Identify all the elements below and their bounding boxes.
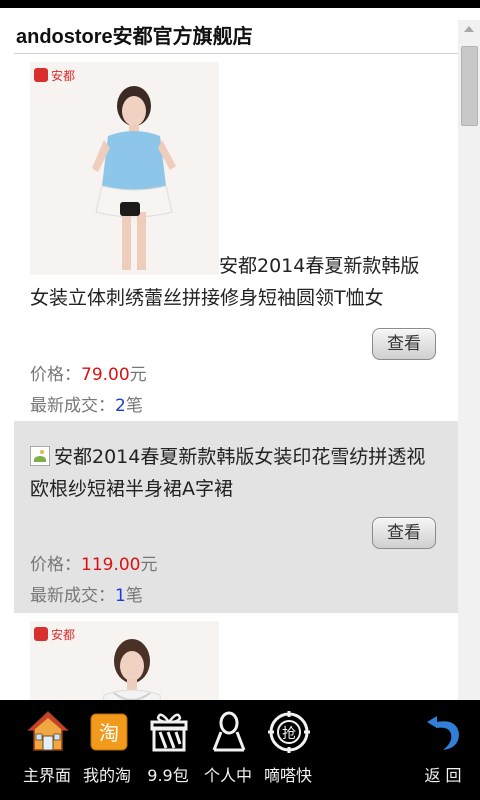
deal-label: 最新成交： [30, 396, 115, 416]
scrollbar[interactable] [458, 20, 480, 700]
product-title-text[interactable]: 安都2014春夏新款韩版女装印花雪纺拼透视欧根纱短裙半身裙A字裙 [30, 446, 425, 500]
nav-label: 返 回 [424, 766, 462, 785]
product-card[interactable]: 安都 [14, 613, 458, 700]
nav-my-tao[interactable]: 淘 我的淘 [78, 704, 136, 788]
price-value: 119.00 [81, 555, 141, 575]
deal-unit: 笔 [125, 586, 143, 606]
view-button[interactable]: 查看 [372, 517, 436, 549]
view-button[interactable]: 查看 [372, 328, 436, 360]
nav-personal-center[interactable]: 个人中 [199, 704, 257, 788]
back-icon [427, 716, 459, 750]
brand-logo-text: 安都 [51, 627, 75, 642]
product-card[interactable]: 安都 安都2014春夏新款韩版女装立体刺绣蕾丝拼接修身短袖圆领T恤女 查看 价格… [14, 54, 458, 421]
nav-9-9-bag[interactable]: 9.9包 [139, 704, 197, 788]
bottom-nav: 主界面 淘 我的淘 9.9包 个人中 抢 嘀嗒快 返 回 [0, 700, 480, 792]
price-line: 价格：119.00元 [30, 553, 157, 577]
nav-back[interactable]: 返 回 [414, 704, 472, 788]
price-label: 价格： [30, 555, 81, 575]
scroll-up-arrow-icon[interactable] [464, 26, 474, 32]
app-window: andostore安都官方旗舰店 安都 安都2014春夏新款韩版女装立体刺绣蕾丝… [0, 0, 480, 800]
broken-image-icon [30, 446, 50, 466]
price-unit: 元 [129, 365, 147, 385]
grab-icon: 抢 [268, 711, 310, 753]
price-value: 79.00 [81, 365, 130, 385]
deal-label: 最新成交： [30, 586, 115, 606]
product-title[interactable]: 安都2014春夏新款韩版女装立体刺绣蕾丝拼接修身短袖圆领T恤女 [30, 250, 432, 314]
price-label: 价格： [30, 365, 81, 385]
nav-home[interactable]: 主界面 [18, 704, 76, 788]
product-photo-skirt: 安都 [30, 621, 219, 700]
brand-logo-text: 安都 [51, 68, 75, 83]
gift-box-icon [150, 713, 188, 752]
scroll-thumb[interactable] [461, 46, 478, 126]
home-icon [27, 710, 69, 751]
product-title[interactable]: 安都2014春夏新款韩版女装印花雪纺拼透视欧根纱短裙半身裙A字裙 [30, 441, 432, 505]
product-image[interactable]: 安都 [30, 621, 219, 700]
bottom-edge [0, 792, 480, 800]
product-card-selected[interactable]: 安都2014春夏新款韩版女装印花雪纺拼透视欧根纱短裙半身裙A字裙 查看 价格：1… [14, 421, 458, 613]
price-line: 价格：79.00元 [30, 363, 147, 387]
price-unit: 元 [140, 555, 158, 575]
deal-count: 2 [115, 396, 126, 416]
tao-icon: 淘 [90, 713, 128, 751]
svg-text:抢: 抢 [282, 725, 296, 742]
product-image[interactable]: 安都 [30, 62, 219, 275]
content-area: andostore安都官方旗舰店 安都 安都2014春夏新款韩版女装立体刺绣蕾丝… [0, 8, 480, 700]
recent-deals-line: 最新成交：2笔 [30, 394, 143, 418]
nav-label: 嘀嗒快 [263, 766, 312, 785]
nav-dida-quick[interactable]: 抢 嘀嗒快 [259, 704, 317, 788]
deal-unit: 笔 [125, 396, 143, 416]
nav-label: 我的淘 [82, 766, 131, 785]
deal-count: 1 [115, 586, 126, 606]
store-title: andostore安都官方旗舰店 [14, 22, 458, 54]
product-photo-dress: 安都 [30, 62, 219, 275]
person-icon [212, 711, 246, 752]
svg-text:淘: 淘 [99, 721, 119, 745]
recent-deals-line: 最新成交：1笔 [30, 584, 143, 608]
